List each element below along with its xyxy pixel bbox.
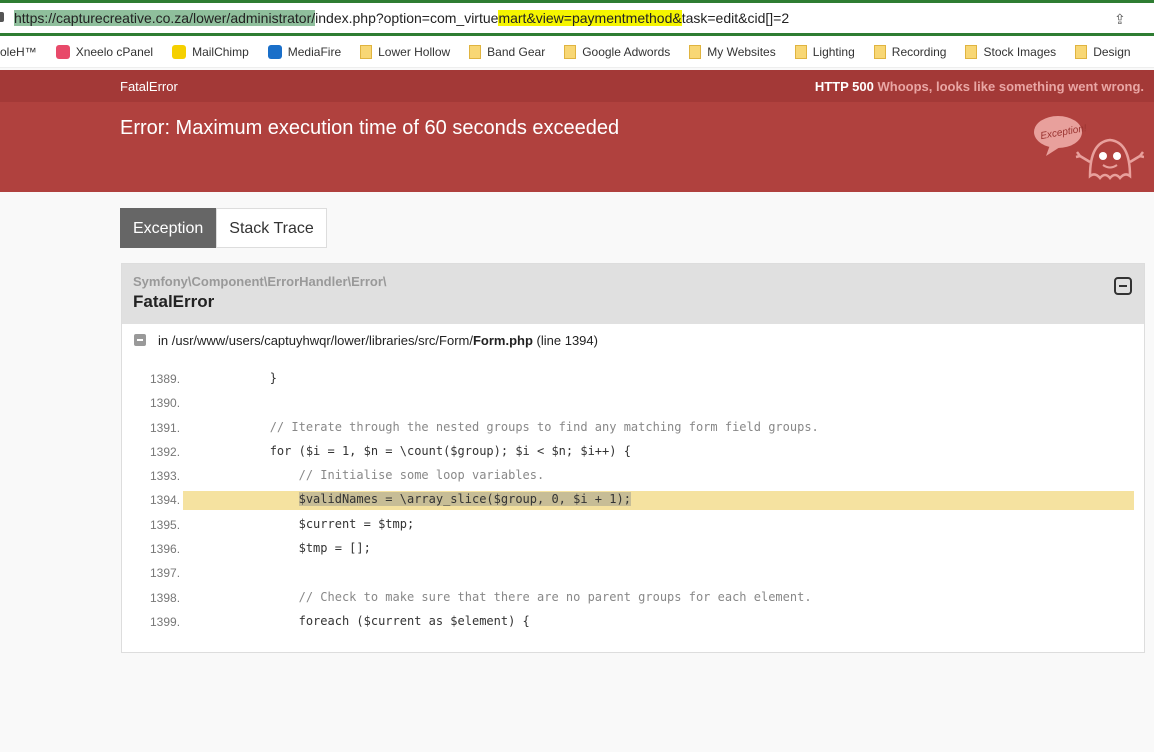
line-number: 1396. — [150, 542, 181, 557]
bookmark-label: MailChimp — [192, 44, 249, 59]
exception-ghost-icon: Exception! — [1034, 116, 1144, 180]
code-line: 1396. $tmp = []; — [122, 537, 1144, 561]
code-line: 1390. — [122, 391, 1144, 415]
bookmark-item[interactable]: Lighting — [794, 44, 855, 59]
bookmark-label: Xneelo cPanel — [75, 44, 154, 59]
line-code: $validNames = \array_slice($group, 0, $i… — [183, 492, 631, 507]
line-number: 1391. — [150, 420, 181, 435]
code-line: 1391. // Iterate through the nested grou… — [122, 416, 1144, 440]
line-number: 1395. — [150, 517, 181, 532]
tab-bar: Exception Stack Trace — [120, 208, 327, 248]
line-code: for ($i = 1, $n = \count($group); $i < $… — [183, 443, 631, 458]
collapse-icon[interactable] — [1114, 277, 1132, 295]
bookmark-item[interactable]: Stock Images — [965, 44, 1057, 59]
line-number: 1398. — [150, 590, 181, 605]
bookmark-label: Stock Images — [983, 44, 1057, 59]
line-code: } — [183, 371, 277, 385]
bookmark-label: Google Adwords — [582, 44, 671, 59]
code-line: 1399. foreach ($current as $element) { — [122, 610, 1144, 634]
exception-header: Symfony\Component\ErrorHandler\Error\ Fa… — [122, 264, 1144, 324]
lock-icon — [0, 12, 4, 22]
bookmark-label: Design — [1093, 44, 1131, 59]
bookmark-item[interactable]: oleH™ — [0, 45, 37, 59]
bookmark-item[interactable]: Lower Hollow — [360, 44, 451, 59]
share-icon[interactable]: ⇪ — [1114, 11, 1126, 28]
highlighted-code-line: 1394. $validNames = \array_slice($group,… — [122, 488, 1144, 512]
folder-icon — [1075, 44, 1088, 59]
error-topbar: FatalError HTTP 500 Whoops, looks like s… — [0, 70, 1154, 102]
mailchimp-icon — [172, 44, 187, 59]
folder-icon — [965, 44, 978, 59]
bookmark-label: My Websites — [707, 44, 776, 59]
code-line: 1392. for ($i = 1, $n = \count($group); … — [122, 440, 1144, 464]
bookmark-item[interactable]: Band Gear — [469, 44, 546, 59]
error-type: FatalError — [120, 79, 178, 94]
line-code: // Initialise some loop variables. — [183, 468, 545, 483]
line-number: 1390. — [150, 396, 181, 411]
code-line: 1395. $current = $tmp; — [122, 513, 1144, 537]
code-line: 1398. // Check to make sure that there a… — [122, 586, 1144, 610]
tab-exception[interactable]: Exception — [120, 208, 217, 248]
tab-stack-trace[interactable]: Stack Trace — [216, 208, 327, 248]
folder-icon — [689, 44, 702, 59]
line-number: 1389. — [150, 372, 181, 386]
bookmark-item[interactable]: Design — [1075, 44, 1131, 59]
bookmark-item[interactable]: My Websites — [689, 44, 776, 59]
address-bar[interactable]: https://capturecreative.co.za/lower/admi… — [0, 0, 1154, 36]
bookmark-item[interactable]: MediaFire — [267, 44, 342, 59]
folder-icon — [564, 44, 577, 59]
code-line: 1397. — [122, 561, 1144, 585]
bookmark-item[interactable]: Xneelo cPanel — [55, 44, 154, 59]
line-number: 1392. — [150, 444, 181, 459]
bookmark-item[interactable]: MailChimp — [172, 44, 249, 59]
line-code: $validNames = \array_slice($group, 0, $i… — [298, 492, 631, 507]
exception-namespace: Symfony\Component\ErrorHandler\Error\ — [133, 274, 387, 289]
line-code: foreach ($current as $element) { — [183, 613, 530, 628]
file-location: in /usr/www/users/captuyhwqr/lower/libra… — [122, 324, 1144, 356]
folder-icon — [873, 44, 886, 59]
line-number: 1394. — [150, 493, 181, 508]
line-code: $tmp = []; — [183, 541, 371, 556]
bookmark-label: oleH™ — [0, 44, 37, 59]
folder-icon — [360, 44, 373, 59]
bookmark-label: Recording — [891, 44, 947, 59]
line-code: $current = $tmp; — [183, 516, 415, 531]
bookmark-label: Lower Hollow — [378, 44, 451, 59]
exception-class: FatalError — [133, 292, 215, 311]
error-header: Error: Maximum execution time of 60 seco… — [0, 102, 1154, 192]
line-number: 1399. — [150, 614, 181, 629]
folder-icon — [794, 44, 807, 59]
line-code: // Iterate through the nested groups to … — [183, 419, 819, 434]
http-status: HTTP 500 Whoops, looks like something we… — [814, 79, 1144, 94]
code-line: 1393. // Initialise some loop variables. — [122, 464, 1144, 488]
bookmark-item[interactable]: Recording — [873, 44, 947, 59]
code-line: 1389. } — [122, 367, 1144, 391]
folder-icon — [469, 44, 482, 59]
bookmark-item[interactable]: Google Adwords — [564, 44, 671, 59]
code-excerpt: 1389. } 1390. 1391. // Iterate through the… — [122, 367, 1144, 634]
line-number: 1393. — [150, 469, 181, 484]
bookmark-label: MediaFire — [287, 44, 342, 59]
exception-panel: Symfony\Component\ErrorHandler\Error\ Fa… — [121, 263, 1145, 653]
url-text[interactable]: https://capturecreative.co.za/lower/admi… — [14, 10, 789, 26]
bookmark-label: Band Gear — [487, 44, 546, 59]
line-code: // Check to make sure that there are no … — [183, 589, 812, 604]
bookmarks-bar: oleH™ Xneelo cPanel MailChimp MediaFire Lowe… — [0, 36, 1154, 68]
bookmark-label: Lighting — [812, 44, 855, 59]
mediafire-icon — [267, 44, 282, 59]
error-message: Error: Maximum execution time of 60 seco… — [120, 117, 620, 139]
line-number: 1397. — [150, 566, 181, 581]
collapse-file-icon[interactable] — [134, 334, 146, 346]
xneelo-icon — [55, 44, 70, 59]
